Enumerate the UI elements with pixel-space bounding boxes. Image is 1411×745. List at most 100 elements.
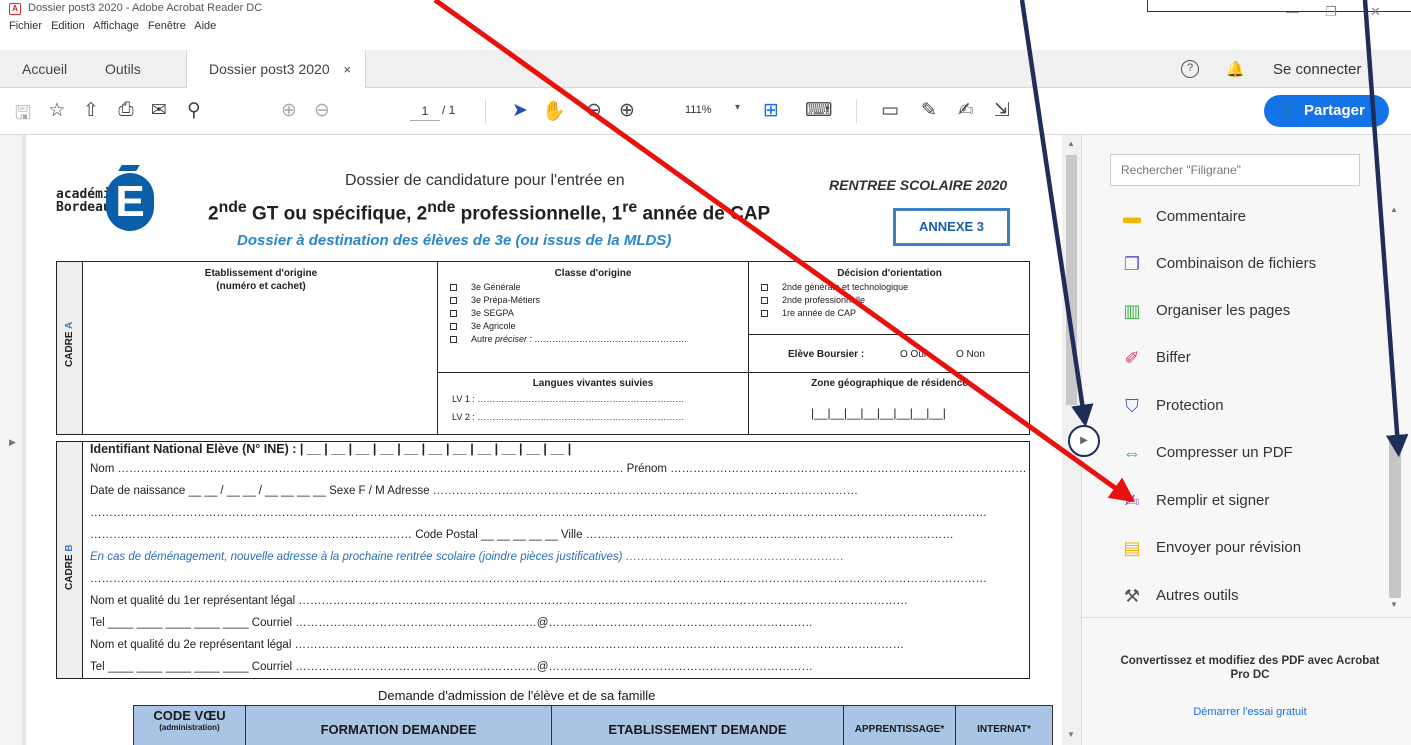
legal-rep-2-field[interactable]: Nom et qualité du 2e représentant légal … [90,634,1026,656]
cadre-a-divider [437,372,1030,373]
origin-class-option[interactable]: 3e Agricole [450,320,688,333]
checkbox[interactable] [450,323,457,331]
heading-part: GT ou spécifique, 2 [246,203,428,225]
help-icon[interactable]: ? [1181,60,1199,78]
residence-zone-boxes[interactable]: |__|__|__|__|__|__|__|__| [811,406,946,420]
name-field[interactable]: Nom ………………………………………………………………………………………………… [90,458,1026,480]
decision-option[interactable]: 1re année de CAP [761,307,908,320]
close-window-button[interactable]: ✕ [1370,4,1381,20]
signature-icon[interactable]: ✍ [953,99,979,122]
panel-scrollbar-thumb[interactable] [1389,438,1401,598]
orientation-decision-heading: Décision d'orientation [837,268,942,279]
tab-accueil[interactable]: Accueil [22,50,67,88]
ine-field[interactable]: Identifiant National Elève (N° INE) : | … [90,441,1026,458]
save-icon[interactable]: 🖫 [10,99,36,131]
tab-document[interactable]: Dossier post3 2020 × [186,50,366,88]
origin-class-option[interactable]: 3e Prépa-Métiers [450,294,688,307]
scroll-up-icon[interactable]: ▲ [1067,139,1075,148]
heading-sup: nde [218,199,247,216]
bell-icon[interactable]: 🔔 [1226,60,1245,78]
menu-fichier[interactable]: Fichier [9,20,42,32]
expand-left-panel-icon[interactable]: ▶ [9,437,16,448]
fill-sign-icon: ✍ [1124,491,1140,511]
comment-tool-icon[interactable]: ▭ [877,99,903,122]
checkbox[interactable] [761,284,768,292]
legal-rep-1-contact-field[interactable]: Tel ____ ____ ____ ____ ____ Courriel ……… [90,612,1026,634]
origin-class-heading: Classe d'origine [554,268,632,279]
select-cursor-icon[interactable]: ➤ [507,99,533,122]
legal-rep-2-contact-field[interactable]: Tel ____ ____ ____ ____ ____ Courriel ……… [90,656,1026,678]
moving-address-field[interactable]: En cas de déménagement, nouvelle adresse… [90,546,1026,568]
zoom-in-icon[interactable]: ⊕ [614,99,640,122]
menu-aide[interactable]: Aide [194,20,216,32]
lv2-field[interactable]: LV 2 : …………………………………………………………… [452,412,684,422]
origin-class-option[interactable]: 3e Générale [450,281,688,294]
scholarship-no-radio[interactable]: O Non [956,349,985,360]
keyboard-scroll-icon[interactable]: ⌨ [805,99,832,122]
previous-page-icon[interactable]: ⊕ [276,99,302,122]
menu-edition[interactable]: Edition [51,20,85,32]
sign-in-link[interactable]: Se connecter [1273,61,1361,78]
scholarship-yes-radio[interactable]: O Oui [900,349,926,360]
collapse-tools-pane-button[interactable]: ▶ [1068,425,1100,457]
checkbox[interactable] [761,297,768,305]
upload-cloud-icon[interactable]: ⇧ [78,99,104,122]
decision-option[interactable]: 2nde professionnelle [761,294,908,307]
checkbox[interactable] [450,297,457,305]
zoom-out-icon[interactable]: ⊖ [581,99,607,122]
page-number-input[interactable]: 1 [410,101,440,121]
export-icon[interactable]: ⇲ [989,99,1015,122]
menu-fenetre[interactable]: Fenêtre [148,20,186,32]
doc-heading-main: 2nde GT ou spécifique, 2nde professionne… [208,199,770,225]
tools-search-input[interactable]: Rechercher "Filigrane" [1110,154,1360,186]
zoom-level[interactable]: 111% [685,104,712,116]
bookmark-star-icon[interactable]: ☆ [44,99,70,122]
cadre-b-label: CADRE B [64,544,75,590]
zoom-dropdown-icon[interactable]: ▾ [735,102,740,113]
lv1-field[interactable]: LV 1 : …………………………………………………………… [452,394,684,404]
page-fit-icon[interactable]: ⊞ [758,99,784,122]
col-code-voeu-label: CODE VŒU [153,708,226,723]
address-continued-field[interactable]: …………………………………………………………………………………………………………… [90,502,1026,524]
scroll-down-icon[interactable]: ▼ [1067,730,1075,739]
cadre-label-prefix: CADRE [64,331,75,367]
zoom-search-icon[interactable]: ⚲ [181,99,207,122]
checkbox[interactable] [450,284,457,292]
print-icon[interactable]: ⎙ [113,99,139,121]
free-trial-link[interactable]: Démarrer l'essai gratuit [1120,706,1380,718]
moving-address-continued-field[interactable]: …………………………………………………………………………………………………………… [90,568,1026,590]
postal-code-field[interactable]: ………………………………………………………………………… Code Postal… [90,524,1026,546]
scrollbar-thumb[interactable] [1066,155,1077,405]
precise-field[interactable]: préciser : …………………………………………… [495,334,688,344]
hand-tool-icon[interactable]: ✋ [541,99,567,123]
panel-scroll-down-icon[interactable]: ▼ [1390,600,1398,609]
legal-rep-1-field[interactable]: Nom et qualité du 1er représentant légal… [90,590,1026,612]
left-navigation-gutter[interactable]: ▶ [0,135,22,745]
tab-outils[interactable]: Outils [105,50,141,88]
acrobat-window: A Dossier post3 2020 - Adobe Acrobat Rea… [0,0,1411,745]
panel-scroll-up-icon[interactable]: ▲ [1390,205,1398,214]
document-viewport[interactable]: académie Bordeaux E Dossier de candidatu… [22,135,1062,745]
minimize-button[interactable]: — [1286,4,1299,19]
menu-affichage[interactable]: Affichage [93,20,139,32]
organize-pages-icon: ▥ [1123,301,1141,321]
birthdate-field[interactable]: Date de naissance __ __ / __ __ / __ __ … [90,480,1026,502]
page-total-label: / 1 [442,103,456,117]
checkbox[interactable] [450,310,457,318]
maximize-button[interactable]: ❐ [1325,4,1337,20]
cadre-a-divider [748,334,1030,335]
checkbox[interactable] [761,310,768,318]
col-code-voeu: CODE VŒU (administration) [134,706,246,745]
checkbox[interactable] [450,336,457,344]
menu-bar: Fichier Edition Affichage Fenêtre Aide [0,20,1411,38]
option-label: 2nde professionnelle [782,295,866,305]
tab-close-icon[interactable]: × [344,62,352,77]
email-icon[interactable]: ✉ [146,99,172,122]
origin-class-option[interactable]: 3e SEGPA [450,307,688,320]
cadre-label-letter: B [64,544,75,552]
origin-class-option-other[interactable]: Autre préciser : …………………………………………… [450,333,688,346]
next-page-icon[interactable]: ⊖ [309,99,335,122]
highlight-pen-icon[interactable]: ✎ [916,99,942,122]
share-button[interactable]: 👤 Partager [1264,95,1389,127]
decision-option[interactable]: 2nde générale et technologique [761,281,908,294]
